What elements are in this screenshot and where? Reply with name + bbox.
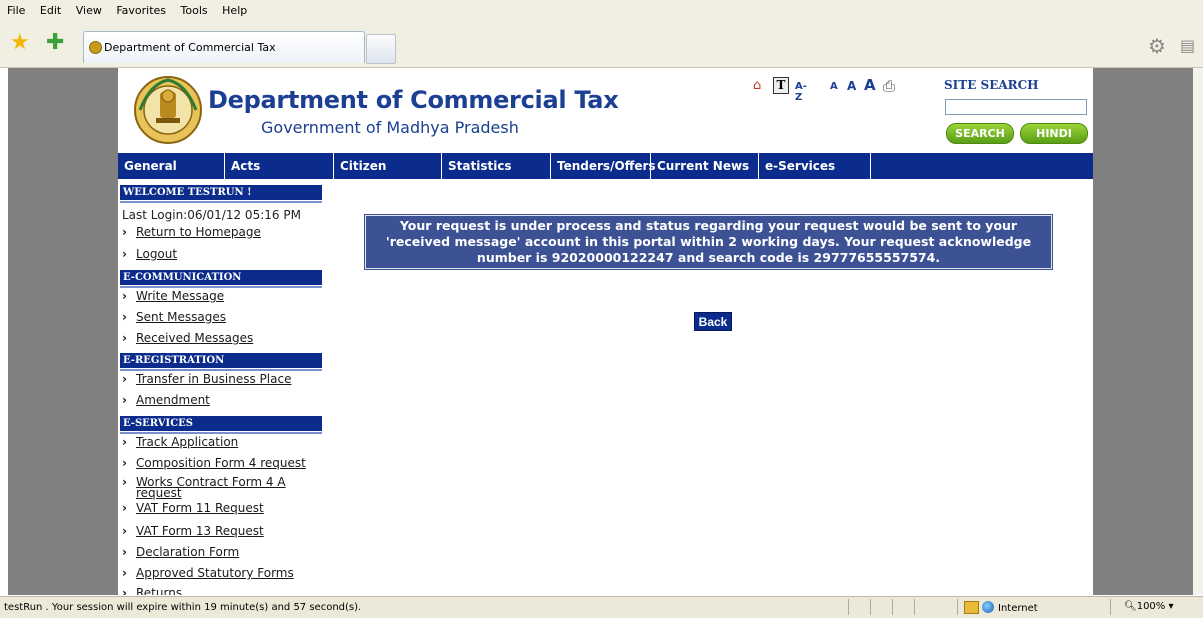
chevron-right-icon: › <box>122 289 127 303</box>
globe-icon <box>982 601 994 613</box>
site-title: Department of Commercial Tax <box>208 86 619 114</box>
status-divider <box>848 599 849 615</box>
page-viewport: Department of Commercial Tax Government … <box>0 68 1203 595</box>
sidebar-item-track-application[interactable]: › Track Application <box>122 435 238 449</box>
hindi-button[interactable]: HINDI <box>1020 123 1088 144</box>
sidebar-item-vat-form-11[interactable]: › VAT Form 11 Request <box>122 501 264 515</box>
browser-toolbar: ★ ✚ Department of Commercial Tax ⚙ ▤ <box>0 22 1203 68</box>
section-e-communication: E-COMMUNICATION <box>120 270 322 288</box>
status-divider <box>870 599 871 615</box>
add-favorite-icon[interactable]: ✚ <box>46 32 64 54</box>
status-divider <box>957 599 958 615</box>
text-mode-icon[interactable]: T <box>773 77 789 94</box>
chevron-right-icon: › <box>122 475 127 489</box>
message-line-2: 'received message' account in this porta… <box>385 234 1032 249</box>
protected-mode-icon[interactable] <box>964 601 979 614</box>
page-icon[interactable]: ▤ <box>1180 36 1195 55</box>
status-divider <box>914 599 915 615</box>
gear-icon[interactable]: ⚙ <box>1148 34 1166 58</box>
chevron-right-icon: › <box>122 524 127 538</box>
state-emblem-icon <box>134 76 202 144</box>
sidebar-item-sent-messages[interactable]: › Sent Messages <box>122 310 226 324</box>
sidebar-item-composition-form-4[interactable]: › Composition Form 4 request <box>122 456 306 470</box>
sidebar-item-declaration-form[interactable]: › Declaration Form <box>122 545 239 559</box>
site-search-input[interactable] <box>945 99 1087 115</box>
status-text: testRun . Your session will expire withi… <box>4 602 362 613</box>
zoom-level[interactable]: 🔍︎100% ▾ <box>1124 601 1174 612</box>
security-zone: Internet <box>982 601 1038 614</box>
chevron-right-icon: › <box>122 331 127 345</box>
sidebar-item-transfer-business-place[interactable]: › Transfer in Business Place <box>122 372 291 386</box>
main-navbar: General Acts Citizen Charter Statistics … <box>118 153 1093 199</box>
chevron-right-icon: › <box>122 225 127 239</box>
sidebar-item-approved-statutory-forms[interactable]: › Approved Statutory Forms <box>122 566 294 580</box>
back-button[interactable]: Back <box>694 312 732 331</box>
font-small-button[interactable]: A <box>830 81 838 92</box>
chevron-right-icon: › <box>122 545 127 559</box>
sidebar: WELCOME TESTRUN ! Last Login:06/01/12 05… <box>118 181 324 595</box>
menu-edit[interactable]: Edit <box>40 4 61 17</box>
page-gutter-left <box>8 68 118 595</box>
nav-acts[interactable]: Acts <box>225 153 334 179</box>
section-e-registration: E-REGISTRATION <box>120 353 322 371</box>
return-homepage-link[interactable]: › Return to Homepage <box>122 225 261 239</box>
search-button[interactable]: SEARCH <box>946 123 1014 144</box>
menu-help[interactable]: Help <box>222 4 247 17</box>
page-gutter-right <box>1093 68 1193 595</box>
favorites-star-icon[interactable]: ★ <box>10 32 30 54</box>
sidebar-item-received-messages[interactable]: › Received Messages <box>122 331 253 345</box>
request-status-message: Your request is under process and status… <box>364 214 1053 270</box>
status-divider <box>1110 599 1111 615</box>
home-icon[interactable]: ⌂ <box>753 78 761 93</box>
zoom-icon: 🔍︎ <box>1124 601 1137 612</box>
sidebar-item-write-message[interactable]: › Write Message <box>122 289 224 303</box>
browser-menubar: File Edit View Favorites Tools Help <box>0 0 1203 23</box>
menu-tools[interactable]: Tools <box>181 4 208 17</box>
new-tab-button[interactable] <box>366 34 396 64</box>
site-subtitle: Government of Madhya Pradesh <box>261 118 519 137</box>
sidebar-item-returns[interactable]: › Returns <box>122 586 182 595</box>
nav-tenders-offers[interactable]: Tenders/Offers <box>551 153 656 179</box>
section-e-services: E-SERVICES <box>120 416 322 434</box>
chevron-right-icon: › <box>122 501 127 515</box>
nav-current-news[interactable]: Current News <box>651 153 759 179</box>
site-favicon-icon <box>89 41 102 54</box>
message-line-1: Your request is under process and status… <box>399 218 1018 233</box>
welcome-header: WELCOME TESTRUN ! <box>120 185 322 203</box>
print-icon[interactable]: ⎙ <box>883 77 895 95</box>
chevron-right-icon: › <box>122 372 127 386</box>
nav-citizen-charter[interactable]: Citizen Charter <box>334 153 442 199</box>
message-line-3: number is 92020000122247 and search code… <box>476 250 941 265</box>
site-search-label: SITE SEARCH <box>944 78 1039 92</box>
chevron-right-icon: › <box>122 586 127 595</box>
nav-general[interactable]: General <box>118 153 225 179</box>
az-index-link[interactable]: A-Z <box>795 81 807 103</box>
font-large-button[interactable]: A <box>864 76 876 94</box>
menu-favorites[interactable]: Favorites <box>116 4 166 17</box>
last-login-text: Last Login:06/01/12 05:16 PM <box>122 208 301 222</box>
site-header: Department of Commercial Tax Government … <box>118 68 1093 152</box>
site-container: Department of Commercial Tax Government … <box>118 68 1093 595</box>
sidebar-item-vat-form-13[interactable]: › VAT Form 13 Request <box>122 524 264 538</box>
chevron-right-icon: › <box>122 566 127 580</box>
browser-statusbar: testRun . Your session will expire withi… <box>0 596 1203 618</box>
sidebar-item-works-contract-form[interactable]: › Works Contract Form 4 A request <box>122 475 312 499</box>
menu-view[interactable]: View <box>76 4 102 17</box>
page-scrollbar[interactable] <box>1193 68 1203 595</box>
status-divider <box>892 599 893 615</box>
nav-statistics[interactable]: Statistics <box>442 153 551 179</box>
tab-title: Department of Commercial Tax <box>104 41 276 54</box>
chevron-right-icon: › <box>122 247 127 261</box>
font-medium-button[interactable]: A <box>847 79 856 93</box>
menu-file[interactable]: File <box>7 4 25 17</box>
sidebar-item-amendment[interactable]: › Amendment <box>122 393 210 407</box>
chevron-right-icon: › <box>122 456 127 470</box>
nav-e-services[interactable]: e-Services <box>759 153 871 179</box>
logout-link[interactable]: › Logout <box>122 247 177 261</box>
chevron-right-icon: › <box>122 310 127 324</box>
browser-tab[interactable]: Department of Commercial Tax <box>83 31 365 63</box>
chevron-right-icon: › <box>122 393 127 407</box>
chevron-right-icon: › <box>122 435 127 449</box>
